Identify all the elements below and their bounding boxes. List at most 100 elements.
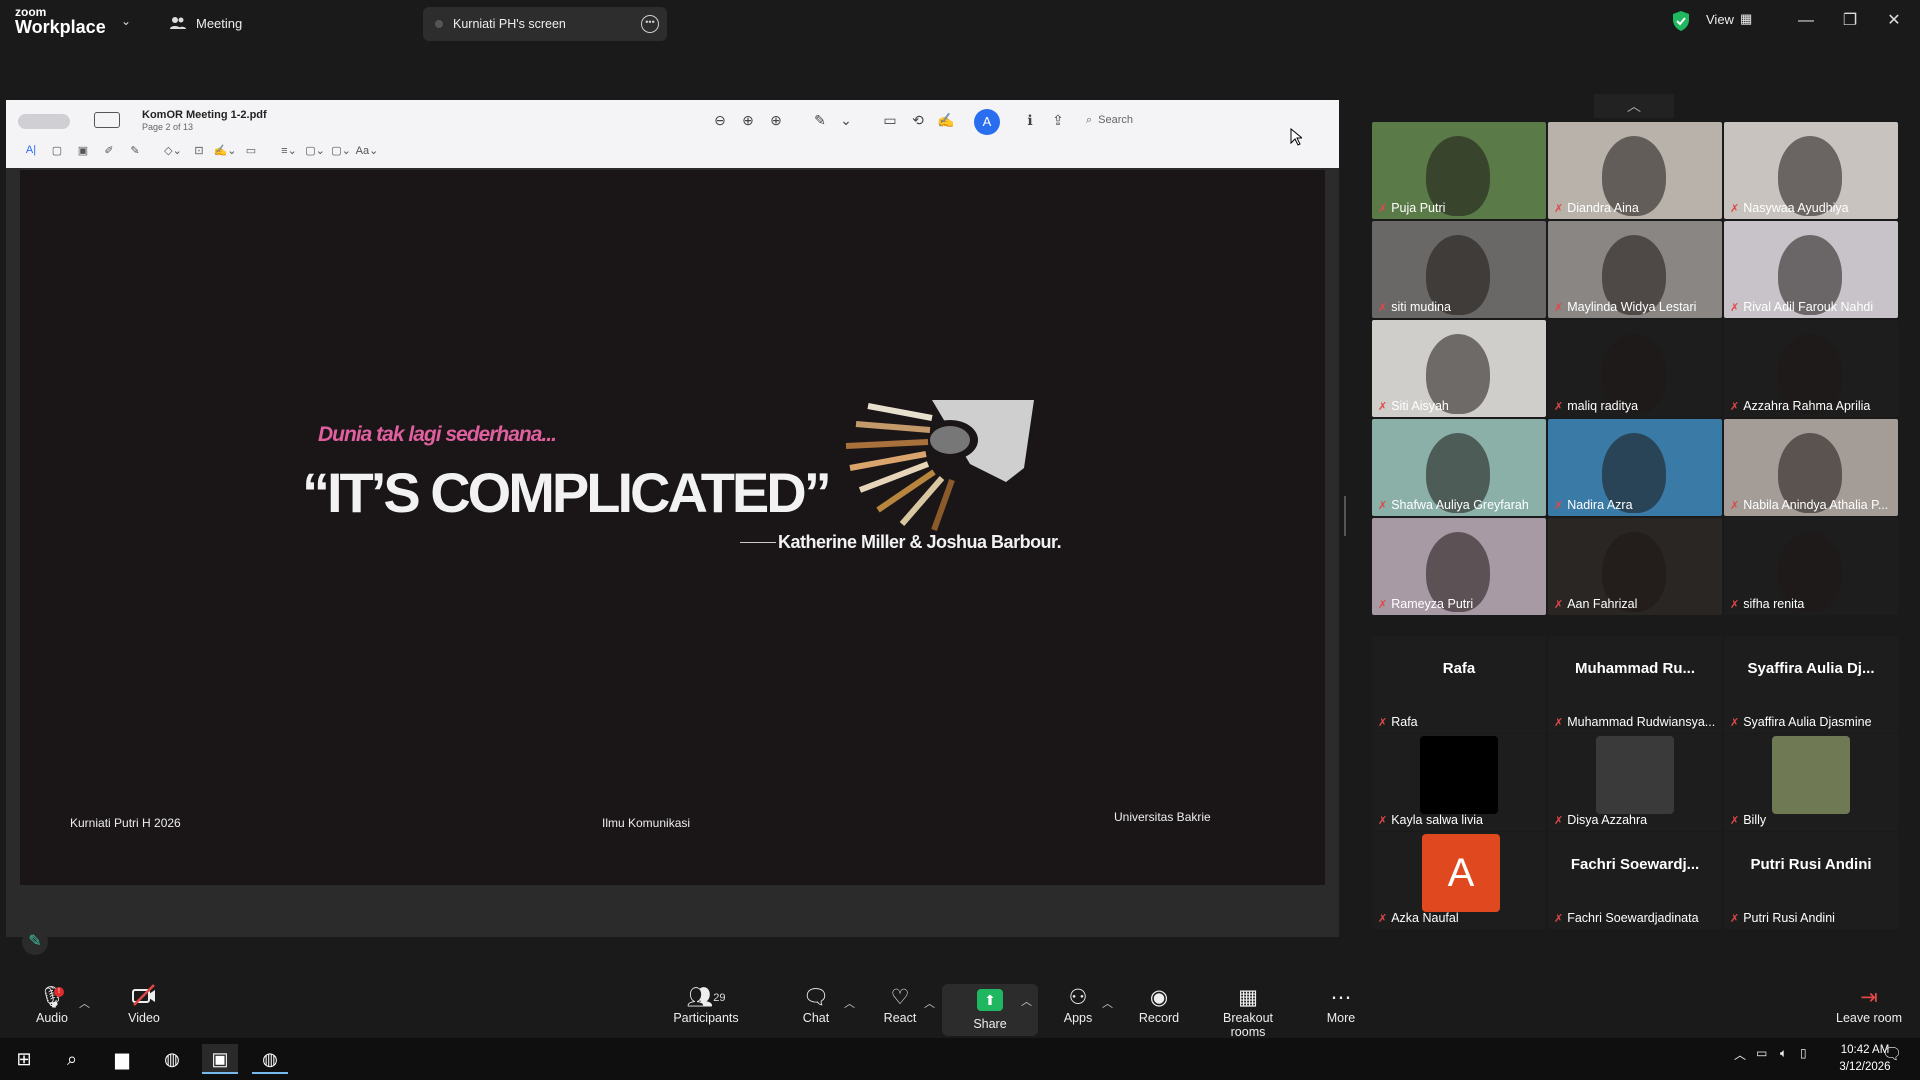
participant-video-tile[interactable]: ✗ Puja Putri [1372,122,1546,219]
apps-button[interactable]: ⚇ Apps [1058,981,1098,1038]
participant-video-tile[interactable]: ✗ Nadira Azra [1548,419,1722,516]
share-button[interactable]: ⬆ Share [960,981,1020,1038]
participant-name-tile[interactable]: ✗ Disya Azzahra [1548,734,1722,831]
chat-options-caret-icon[interactable]: ︿ [844,995,855,1011]
participant-name-tile[interactable]: ✗ Billy [1724,734,1898,831]
zoom-app-icon[interactable]: ▣ [202,1044,238,1074]
participant-video-tile[interactable]: ✗ sifha renita [1724,518,1898,615]
sign-icon[interactable]: ✍ [936,110,956,130]
search-icon[interactable]: ⌕ [54,1044,90,1074]
participant-name-tile[interactable]: ✗ Kayla salwa livia [1372,734,1546,831]
window-controls-pill[interactable] [18,114,70,129]
participant-name-tile[interactable]: Putri Rusi Andini ✗ Putri Rusi Andini [1724,832,1898,929]
participant-name-label: Siti Aisyah [1391,399,1449,413]
tab-meeting[interactable]: Meeting [170,12,242,34]
participants-button[interactable]: 👥︎29 Participants [668,981,744,1038]
leave-room-button[interactable]: ⇥ Leave room [1836,981,1902,1038]
more-options-icon[interactable]: ••• [641,15,659,33]
audio-button[interactable]: 🎙︎ Audio ! [28,981,76,1038]
gallery-scroll-up-icon[interactable]: ︿ [1594,94,1674,118]
redact-icon[interactable]: ▣ [70,144,96,157]
panel-resize-handle[interactable] [1344,496,1346,536]
participant-video-tile[interactable]: ✗ Aan Fahrizal [1548,518,1722,615]
title-bar: zoom Workplace ⌄ Meeting Kurniati PH's s… [0,0,1920,46]
mic-muted-icon: ✗ [1378,202,1388,215]
apps-options-caret-icon[interactable]: ︿ [1102,995,1113,1011]
mic-muted-icon: ✗ [1730,912,1740,925]
search-input[interactable]: ⌕ Search [1086,110,1326,130]
text-style-icon[interactable]: Aa⌄ [354,144,380,157]
battery-icon[interactable]: ▯ [1800,1046,1807,1060]
view-button[interactable]: View ▦ [1706,11,1752,27]
participant-video-tile[interactable]: ✗ siti mudina [1372,221,1546,318]
more-button[interactable]: ⋯ More [1320,981,1362,1038]
signature-icon[interactable]: ✍⌄ [212,144,238,157]
draw-icon[interactable]: ✎ [122,144,148,157]
shield-check-icon[interactable] [1672,11,1690,31]
record-button[interactable]: ◉ Record [1138,981,1180,1038]
border-color-icon[interactable]: ▢⌄ [302,144,328,157]
participant-video-tile[interactable]: ✗ Siti Aisyah [1372,320,1546,417]
share-options-caret-icon[interactable]: ︿ [1021,993,1032,1009]
participant-display-name: Fachri Soewardj... [1570,856,1700,873]
restore-button[interactable]: ❐ [1830,8,1870,34]
share-label: Share [973,1017,1007,1031]
crop-icon[interactable]: ▭ [880,110,900,130]
breakout-rooms-button[interactable]: ▦ Breakout rooms [1204,981,1292,1039]
participant-video-tile[interactable]: ✗ Rameyza Putri [1372,518,1546,615]
highlight-pen-icon[interactable]: ✎ [810,110,830,130]
notifications-icon[interactable]: 🗨︎ [1882,1044,1902,1064]
participant-name-tile[interactable]: Muhammad Ru... ✗ Muhammad Rudwiansya... [1548,636,1722,733]
react-options-caret-icon[interactable]: ︿ [924,995,935,1011]
chrome-window-icon[interactable]: ◍ [252,1044,288,1074]
video-button[interactable]: Video [120,981,168,1038]
zoom-fit-icon[interactable]: ⊕ [766,110,786,130]
file-explorer-icon[interactable]: ▆ [104,1044,140,1074]
zoom-in-icon[interactable]: ⊕ [738,110,758,130]
participant-video-tile[interactable]: ✗ Maylinda Widya Lestari [1548,221,1722,318]
annotate-pen-icon[interactable]: ✎ [22,929,48,955]
participant-video-tile[interactable]: ✗ Nasywaa Ayudhiya [1724,122,1898,219]
sketch-icon[interactable]: ✐ [96,144,122,157]
network-icon[interactable]: ▭ [1756,1046,1767,1060]
windows-start-icon[interactable]: ⊞ [6,1044,42,1074]
line-style-icon[interactable]: ≡⌄ [276,144,302,157]
rotate-icon[interactable]: ⟲ [908,110,928,130]
text-selection-icon[interactable]: A| [18,144,44,157]
sidebar-toggle-icon[interactable] [94,112,120,128]
markup-icon[interactable]: A [974,109,1000,135]
react-button[interactable]: ♡ React [880,981,920,1038]
participant-video-tile[interactable]: ✗ Diandra Aina [1548,122,1722,219]
volume-icon[interactable]: 🔈︎ [1780,1046,1787,1061]
text-box-icon[interactable]: ⊡ [186,144,212,157]
rectangle-select-icon[interactable]: ▢ [44,144,70,157]
info-icon[interactable]: ℹ [1020,110,1040,130]
participant-video-tile[interactable]: ✗ Azzahra Rahma Aprilia [1724,320,1898,417]
participant-name-tile[interactable]: Rafa ✗ Rafa [1372,636,1546,733]
participant-name-tile[interactable]: Syaffira Aulia Dj... ✗ Syaffira Aulia Djas… [1724,636,1898,733]
chevron-down-icon[interactable]: ⌄ [836,110,856,130]
participant-video-tile[interactable]: ✗ Rival Adil Farouk Nahdi [1724,221,1898,318]
participant-video-tile[interactable]: ✗ maliq raditya [1548,320,1722,417]
participant-name-tile[interactable]: A ✗ Azka Naufal [1372,832,1546,929]
tab-shared-screen[interactable]: Kurniati PH's screen ••• [423,7,667,41]
note-icon[interactable]: ▭ [238,144,264,157]
participant-video-tile[interactable]: ✗ Shafwa Auliya Greyfarah [1372,419,1546,516]
minimize-button[interactable]: — [1786,8,1826,34]
audio-options-caret-icon[interactable]: ︿ [79,995,90,1011]
participant-name-tile[interactable]: Fachri Soewardj... ✗ Fachri Soewardjadinat… [1548,832,1722,929]
chevron-down-icon[interactable]: ⌄ [121,14,131,28]
participant-video-tile[interactable]: ✗ Nabila Anindya Athalia P... [1724,419,1898,516]
participant-name-label: Nabila Anindya Athalia P... [1743,498,1889,512]
shapes-icon[interactable]: ◇⌄ [160,144,186,157]
zoom-workplace-logo[interactable]: zoom Workplace [15,6,106,36]
participant-name: ✗ Rival Adil Farouk Nahdi [1730,300,1873,314]
tray-overflow-icon[interactable]: ︿ [1734,1046,1746,1063]
zoom-out-icon[interactable]: ⊖ [710,110,730,130]
participant-display-name: Muhammad Ru... [1574,660,1695,677]
close-button[interactable]: ✕ [1874,8,1914,34]
share-icon[interactable]: ⇪ [1048,110,1068,130]
chat-button[interactable]: 🗨︎ Chat [796,981,836,1038]
fill-color-icon[interactable]: ▢⌄ [328,144,354,157]
chrome-icon[interactable]: ◍ [154,1044,190,1074]
